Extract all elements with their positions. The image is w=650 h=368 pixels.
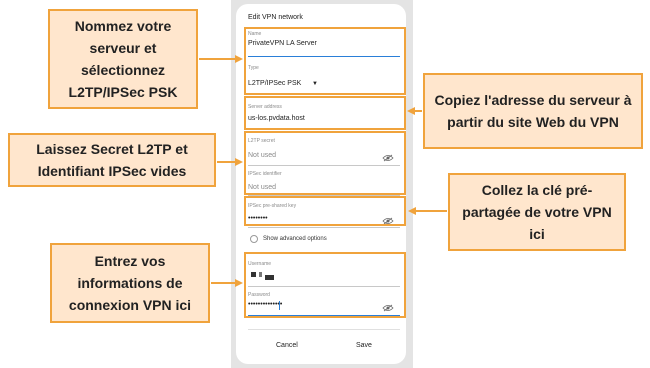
arrow-head-right (235, 158, 243, 166)
arrow-head-right (235, 279, 243, 287)
arrow-head-left (408, 207, 416, 215)
callout-arrows (199, 55, 447, 287)
arrow-head-left (407, 107, 415, 115)
arrow-head-right (235, 55, 243, 63)
